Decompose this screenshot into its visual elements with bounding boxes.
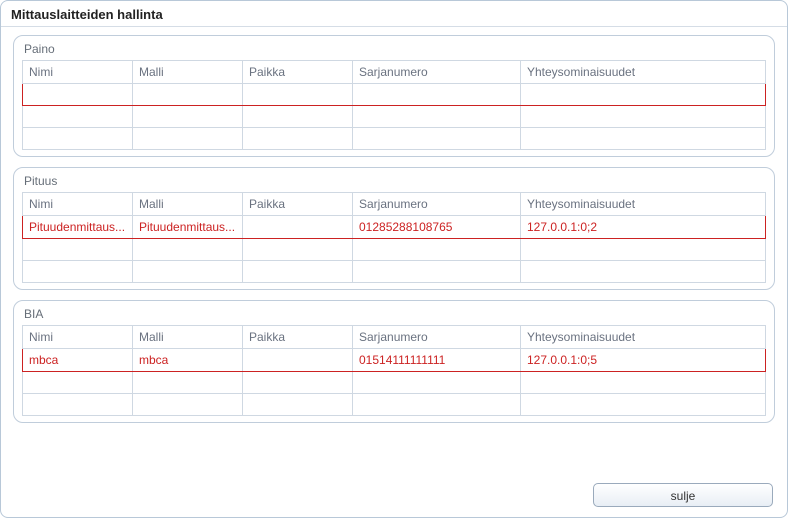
cell-malli[interactable]: Pituudenmittaus... [133, 216, 243, 239]
cell-malli[interactable] [133, 239, 243, 261]
cell-sarjanumero[interactable] [353, 84, 521, 106]
cell-sarjanumero[interactable]: 01285288108765 [353, 216, 521, 239]
col-yhteys[interactable]: Yhteysominaisuudet [521, 61, 766, 84]
grid-paino[interactable]: Nimi Malli Paikka Sarjanumero Yhteysomin… [22, 60, 766, 150]
cell-nimi[interactable] [23, 128, 133, 150]
grid-bia[interactable]: Nimi Malli Paikka Sarjanumero Yhteysomin… [22, 325, 766, 416]
col-paikka[interactable]: Paikka [243, 326, 353, 349]
table-row[interactable] [23, 84, 766, 106]
cell-nimi[interactable]: Pituudenmittaus... [23, 216, 133, 239]
cell-nimi[interactable] [23, 239, 133, 261]
table-row[interactable] [23, 372, 766, 394]
cell-nimi[interactable] [23, 261, 133, 283]
cell-yhteys[interactable] [521, 84, 766, 106]
cell-paikka[interactable] [243, 261, 353, 283]
cell-nimi[interactable] [23, 84, 133, 106]
cell-sarjanumero[interactable] [353, 106, 521, 128]
col-sarjanumero[interactable]: Sarjanumero [353, 61, 521, 84]
grid-body-pituus: Pituudenmittaus...Pituudenmittaus... 0128… [23, 216, 766, 283]
cell-yhteys[interactable] [521, 106, 766, 128]
panel-pituus-title: Pituus [22, 174, 766, 192]
grid-body-bia: mbcambca 01514111111111127.0.0.1:0;5 [23, 349, 766, 416]
col-sarjanumero[interactable]: Sarjanumero [353, 326, 521, 349]
cell-nimi[interactable] [23, 372, 133, 394]
grid-body-paino [23, 84, 766, 150]
cell-yhteys[interactable] [521, 128, 766, 150]
cell-sarjanumero[interactable] [353, 239, 521, 261]
table-row[interactable] [23, 394, 766, 416]
col-nimi[interactable]: Nimi [23, 193, 133, 216]
grid-pituus[interactable]: Nimi Malli Paikka Sarjanumero Yhteysomin… [22, 192, 766, 283]
content-area: Paino Nimi Malli Paikka Sarjanumero Yhte… [1, 27, 787, 423]
cell-malli[interactable] [133, 372, 243, 394]
panel-pituus: Pituus Nimi Malli Paikka Sarjanumero Yht… [13, 167, 775, 290]
panel-paino-title: Paino [22, 42, 766, 60]
table-row[interactable] [23, 261, 766, 283]
table-row[interactable]: Pituudenmittaus...Pituudenmittaus... 0128… [23, 216, 766, 239]
cell-yhteys[interactable]: 127.0.0.1:0;5 [521, 349, 766, 372]
col-paikka[interactable]: Paikka [243, 61, 353, 84]
panel-bia: BIA Nimi Malli Paikka Sarjanumero Yhteys… [13, 300, 775, 423]
cell-nimi[interactable] [23, 394, 133, 416]
cell-sarjanumero[interactable] [353, 394, 521, 416]
cell-paikka[interactable] [243, 349, 353, 372]
footer: sulje [593, 483, 773, 507]
grid-header: Nimi Malli Paikka Sarjanumero Yhteysomin… [23, 193, 766, 216]
table-row[interactable] [23, 239, 766, 261]
cell-paikka[interactable] [243, 216, 353, 239]
col-sarjanumero[interactable]: Sarjanumero [353, 193, 521, 216]
cell-malli[interactable] [133, 106, 243, 128]
cell-paikka[interactable] [243, 394, 353, 416]
col-yhteys[interactable]: Yhteysominaisuudet [521, 193, 766, 216]
cell-sarjanumero[interactable] [353, 261, 521, 283]
cell-malli[interactable] [133, 394, 243, 416]
grid-header: Nimi Malli Paikka Sarjanumero Yhteysomin… [23, 61, 766, 84]
cell-sarjanumero[interactable] [353, 128, 521, 150]
cell-yhteys[interactable] [521, 261, 766, 283]
cell-yhteys[interactable] [521, 239, 766, 261]
cell-nimi[interactable]: mbca [23, 349, 133, 372]
table-row[interactable] [23, 128, 766, 150]
close-button[interactable]: sulje [593, 483, 773, 507]
window-title: Mittauslaitteiden hallinta [1, 1, 787, 27]
col-malli[interactable]: Malli [133, 61, 243, 84]
cell-sarjanumero[interactable] [353, 372, 521, 394]
cell-paikka[interactable] [243, 106, 353, 128]
panel-bia-title: BIA [22, 307, 766, 325]
cell-paikka[interactable] [243, 372, 353, 394]
cell-malli[interactable]: mbca [133, 349, 243, 372]
device-management-window: Mittauslaitteiden hallinta Paino Nimi Ma… [0, 0, 788, 518]
cell-malli[interactable] [133, 128, 243, 150]
col-malli[interactable]: Malli [133, 193, 243, 216]
grid-header: Nimi Malli Paikka Sarjanumero Yhteysomin… [23, 326, 766, 349]
table-row[interactable]: mbcambca 01514111111111127.0.0.1:0;5 [23, 349, 766, 372]
col-paikka[interactable]: Paikka [243, 193, 353, 216]
col-yhteys[interactable]: Yhteysominaisuudet [521, 326, 766, 349]
cell-yhteys[interactable] [521, 372, 766, 394]
cell-paikka[interactable] [243, 239, 353, 261]
table-row[interactable] [23, 106, 766, 128]
panel-paino: Paino Nimi Malli Paikka Sarjanumero Yhte… [13, 35, 775, 157]
cell-paikka[interactable] [243, 84, 353, 106]
cell-yhteys[interactable] [521, 394, 766, 416]
cell-paikka[interactable] [243, 128, 353, 150]
cell-nimi[interactable] [23, 106, 133, 128]
cell-yhteys[interactable]: 127.0.0.1:0;2 [521, 216, 766, 239]
col-nimi[interactable]: Nimi [23, 61, 133, 84]
col-malli[interactable]: Malli [133, 326, 243, 349]
cell-malli[interactable] [133, 261, 243, 283]
col-nimi[interactable]: Nimi [23, 326, 133, 349]
cell-malli[interactable] [133, 84, 243, 106]
cell-sarjanumero[interactable]: 01514111111111 [353, 349, 521, 372]
